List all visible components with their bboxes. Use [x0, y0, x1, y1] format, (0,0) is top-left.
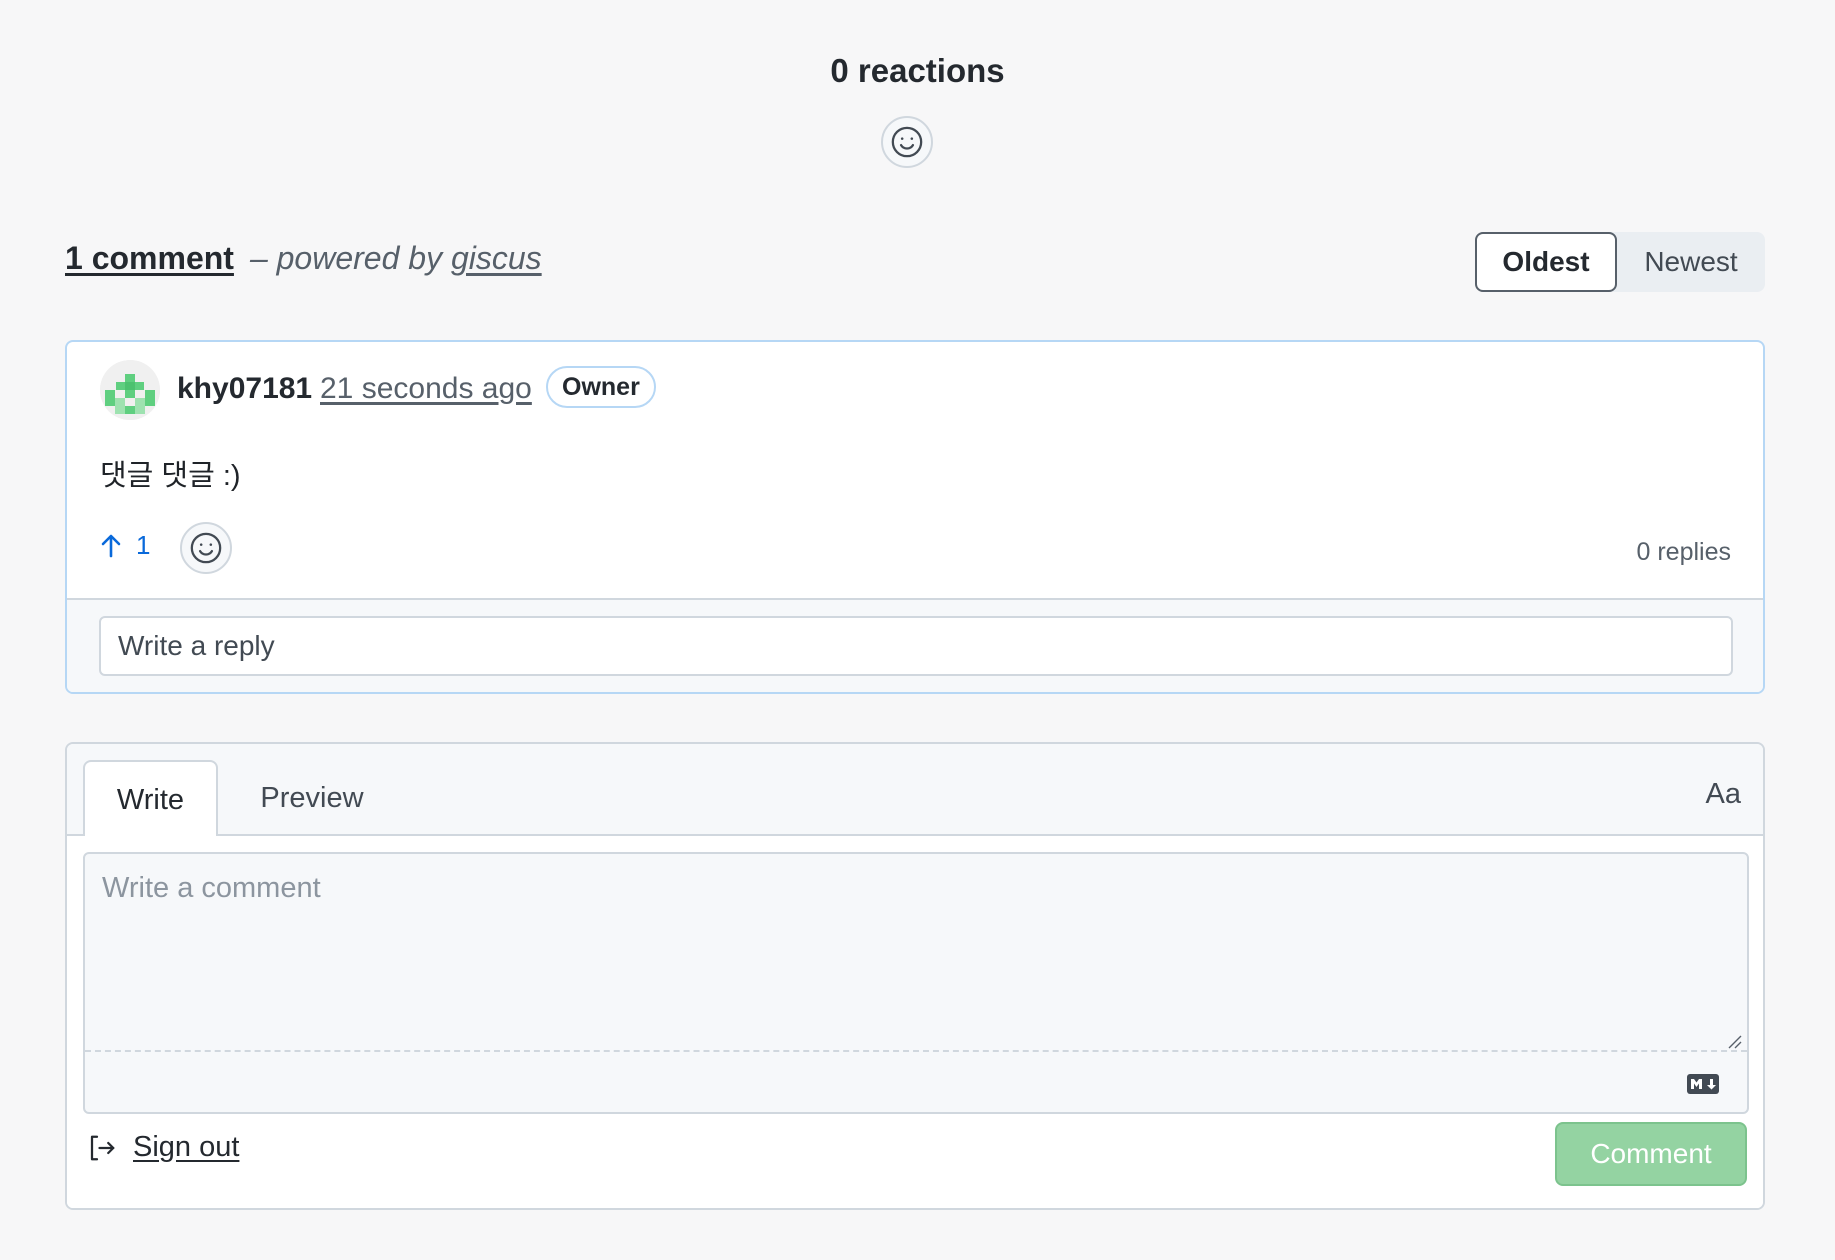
powered-by-prefix: – powered by: [249, 240, 451, 276]
markdown-icon: [1687, 1074, 1719, 1094]
giscus-link[interactable]: giscus: [451, 240, 542, 276]
avatar[interactable]: [100, 360, 160, 420]
comment-count-link[interactable]: 1 comment: [65, 240, 234, 277]
tab-write[interactable]: Write: [83, 760, 218, 838]
tab-preview[interactable]: Preview: [242, 760, 382, 836]
textarea-wrapper: [83, 852, 1749, 1114]
comment-submit-button[interactable]: Comment: [1555, 1122, 1747, 1186]
sort-toggle: Oldest Newest: [1475, 232, 1765, 292]
comment-body: 댓글 댓글 :): [100, 460, 241, 492]
reply-area: [67, 598, 1763, 692]
reactions-title: 0 reactions: [830, 52, 1005, 89]
giscus-comments-widget: 0 reactions 1 comment – powered by giscu…: [0, 0, 1835, 1260]
editor-tabs: Write Preview Aa: [67, 744, 1763, 838]
sign-out-icon: [90, 1135, 115, 1160]
comment-author[interactable]: khy07181: [177, 372, 312, 406]
smiley-icon: [891, 126, 923, 158]
comments-header: 1 comment – powered by giscus: [65, 240, 542, 277]
sign-out-link[interactable]: Sign out: [87, 1131, 239, 1164]
arrow-up-icon: [101, 534, 121, 557]
upvote-button[interactable]: 1: [100, 530, 150, 561]
powered-by-text: – powered by giscus: [250, 240, 542, 277]
comment-add-reaction-button[interactable]: [180, 522, 232, 574]
font-toggle-button[interactable]: Aa: [1706, 778, 1741, 811]
sign-out-label: Sign out: [133, 1131, 240, 1163]
add-reaction-button[interactable]: [881, 116, 933, 168]
sort-oldest-button[interactable]: Oldest: [1475, 232, 1617, 292]
smiley-icon: [190, 532, 222, 564]
comment-card: khy07181 21 seconds ago Owner 댓글 댓글 :) 1…: [65, 340, 1765, 694]
comment-editor: Write Preview Aa Write a comment Sign ou…: [65, 742, 1765, 1210]
upvote-count: 1: [136, 530, 151, 560]
comment-timestamp-link[interactable]: 21 seconds ago: [320, 372, 532, 406]
resize-handle-icon[interactable]: [1727, 1034, 1743, 1050]
replies-count: 0 replies: [1636, 538, 1732, 566]
identicon-icon: [100, 360, 160, 420]
owner-badge: Owner: [546, 366, 656, 408]
comment-textarea[interactable]: [85, 854, 1747, 1052]
reply-input[interactable]: [99, 616, 1733, 676]
sort-newest-button[interactable]: Newest: [1617, 232, 1765, 292]
editor-body: Sign out Comment: [67, 836, 1763, 1208]
